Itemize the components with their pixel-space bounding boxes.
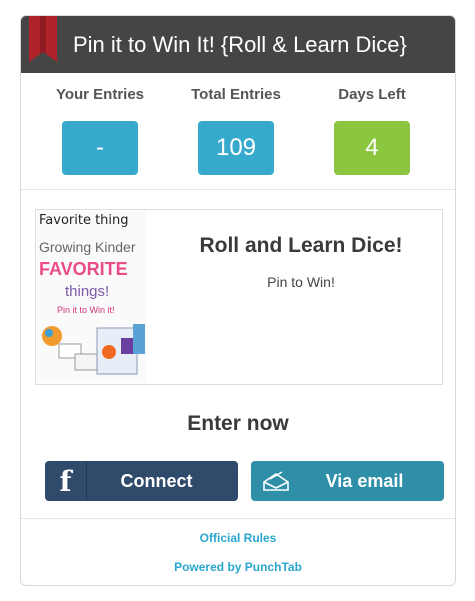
widget-header: Pin it to Win It! {Roll & Learn Dice}: [21, 16, 455, 73]
prize-title: Roll and Learn Dice!: [199, 234, 403, 257]
footer-divider: [21, 518, 455, 519]
thumbnail-caption: Favorite thing: [39, 213, 129, 228]
facebook-connect-button[interactable]: f Connect: [45, 461, 238, 501]
button-label: Connect: [120, 470, 193, 491]
thumbnail-caption: Growing Kinder: [39, 239, 136, 255]
prize-thumbnail: Favorite thing Growing Kinder FAVORITE t…: [37, 211, 146, 383]
dice-illustration-icon: [42, 324, 145, 375]
stat-label: Your Entries: [55, 86, 145, 103]
thumbnail-caption: FAVORITE: [39, 259, 128, 279]
giveaway-title: Pin it to Win It! {Roll & Learn Dice}: [73, 32, 407, 57]
stat-value: -: [62, 121, 138, 175]
stat-value: 4: [334, 121, 410, 175]
stat-value: 109: [198, 121, 274, 175]
stat-total-entries: Total Entries 109: [166, 73, 306, 175]
stat-your-entries: Your Entries -: [30, 73, 170, 175]
enter-now-heading: Enter now: [187, 412, 289, 435]
button-label: Via email: [325, 470, 404, 491]
prize-subtitle: Pin to Win!: [267, 274, 335, 290]
giveaway-widget: Pin it to Win It! {Roll & Learn Dice} Yo…: [20, 15, 456, 586]
powered-by-link[interactable]: Powered by PunchTab: [21, 560, 455, 574]
stat-days-left: Days Left 4: [302, 73, 442, 175]
facebook-icon: f: [45, 461, 87, 501]
stat-label: Days Left: [338, 86, 406, 103]
envelope-icon: [251, 461, 301, 501]
thumbnail-caption: things!: [65, 283, 110, 300]
entry-stats: Your Entries - Total Entries 109 Days Le…: [21, 73, 455, 190]
official-rules-link[interactable]: Official Rules: [21, 531, 455, 545]
email-entry-button[interactable]: Via email: [251, 461, 444, 501]
prize-card: Favorite thing Growing Kinder FAVORITE t…: [35, 209, 443, 385]
bookmark-ribbon-icon: [29, 16, 57, 62]
stat-label: Total Entries: [191, 86, 281, 103]
thumbnail-caption: Pin it to Win it!: [57, 305, 115, 315]
